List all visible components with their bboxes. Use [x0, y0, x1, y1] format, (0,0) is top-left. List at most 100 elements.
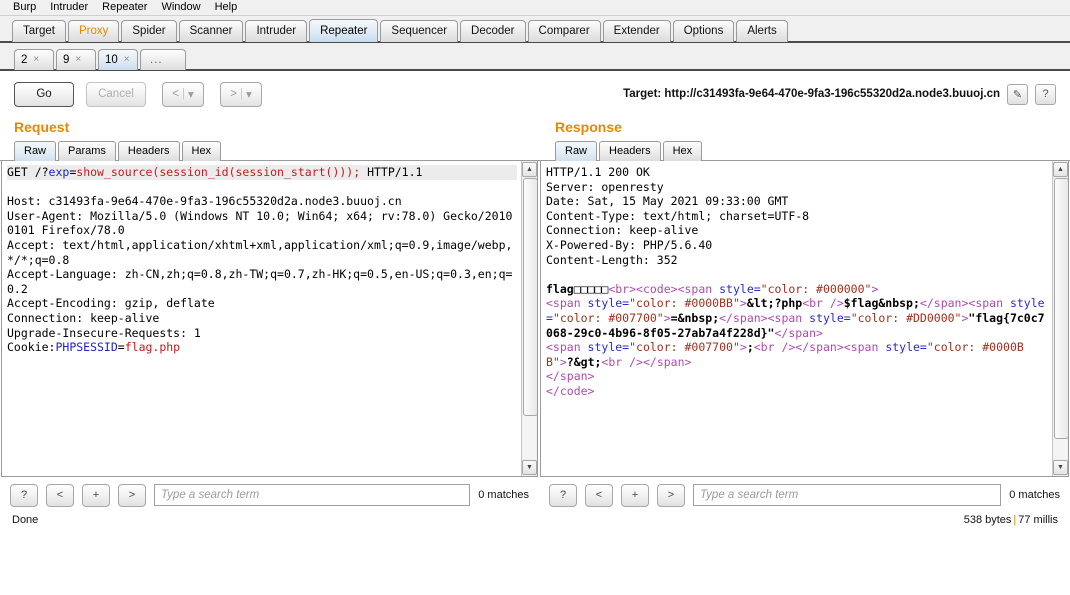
repeater-tab-9[interactable]: 9 ×	[56, 49, 96, 70]
body-tag-br: <br>	[608, 281, 637, 296]
response-editor[interactable]: HTTP/1.1 200 OK Server: openresty Date: …	[541, 161, 1052, 476]
scroll-down-icon[interactable]: ▼	[1053, 460, 1068, 475]
cookie-name: PHPSESSID	[55, 340, 118, 355]
tab-extender[interactable]: Extender	[602, 20, 671, 42]
repeater-tab-label: 9	[63, 54, 70, 66]
help-icon[interactable]: ?	[1035, 83, 1056, 105]
request-tab-hex[interactable]: Hex	[181, 141, 222, 161]
body-tag-close: >	[739, 296, 747, 311]
tab-spider[interactable]: Spider	[121, 20, 177, 42]
target-label: Target: http://c31493fa-9e64-470e-9fa3-1…	[623, 88, 1000, 100]
response-header-server: Server: openresty	[546, 179, 664, 194]
scroll-up-icon[interactable]: ▲	[522, 162, 537, 177]
search-prev-button[interactable]: <	[585, 483, 613, 507]
body-tag-span-open: <span	[767, 310, 810, 325]
body-attr-style: style=	[587, 340, 630, 355]
divider: |	[239, 88, 243, 100]
tab-comparer[interactable]: Comparer	[527, 20, 601, 42]
repeater-tab-more[interactable]: ...	[140, 49, 186, 70]
body-tag-span-open: <span	[677, 281, 720, 296]
request-tab-raw[interactable]: Raw	[14, 141, 57, 161]
forward-button[interactable]: > | ▾	[220, 81, 262, 107]
tab-sequencer[interactable]: Sequencer	[380, 20, 459, 42]
response-header-x-powered-by: X-Powered-By: PHP/5.6.40	[546, 237, 713, 252]
body-tag-br: <br />	[753, 340, 796, 355]
search-add-button[interactable]: +	[621, 483, 649, 507]
scroll-up-icon[interactable]: ▲	[1053, 162, 1068, 177]
body-tag-close: >	[663, 310, 671, 325]
search-prev-button[interactable]: <	[46, 483, 74, 507]
search-next-button[interactable]: >	[118, 483, 146, 507]
forward-arrow-icon: >	[230, 88, 237, 100]
menu-item-window[interactable]: Window	[154, 0, 207, 15]
target-area: Target: http://c31493fa-9e64-470e-9fa3-1…	[623, 83, 1056, 105]
body-attr-style: style=	[885, 340, 927, 355]
request-editor-wrap: GET /?exp = show_source(session_id(session…	[1, 161, 538, 477]
tab-options[interactable]: Options	[672, 20, 735, 42]
back-button[interactable]: < | ▾	[162, 81, 204, 107]
close-icon[interactable]: ×	[33, 50, 39, 70]
body-attr-value: "color: #007700"	[552, 310, 664, 325]
response-header-date: Date: Sat, 15 May 2021 09:33:00 GMT	[546, 194, 789, 209]
header-upgrade-insecure-requests: Upgrade-Insecure-Requests: 1	[7, 325, 201, 340]
repeater-tab-label: 10	[105, 54, 118, 66]
scroll-thumb[interactable]	[1054, 178, 1068, 439]
scroll-down-icon[interactable]: ▼	[522, 460, 537, 475]
body-text-semicolon: ;	[746, 340, 754, 355]
close-icon[interactable]: ×	[124, 50, 130, 70]
menu-item-burp[interactable]: Burp	[6, 0, 43, 15]
menu-item-help[interactable]: Help	[208, 0, 245, 15]
search-help-button[interactable]: ?	[549, 483, 577, 507]
response-tab-hex[interactable]: Hex	[662, 141, 703, 161]
response-scrollbar[interactable]: ▲ ▼	[1052, 161, 1068, 476]
response-search-input[interactable]: Type a search term	[693, 484, 1002, 506]
request-scrollbar[interactable]: ▲ ▼	[521, 161, 537, 476]
request-title: Request	[14, 119, 70, 135]
cookie-value: flag.php	[124, 340, 181, 355]
search-next-button[interactable]: >	[657, 483, 685, 507]
scroll-track[interactable]	[1054, 178, 1068, 459]
response-tab-raw[interactable]: Raw	[555, 141, 598, 161]
header-accept-encoding: Accept-Encoding: gzip, deflate	[7, 296, 215, 311]
menu-item-intruder[interactable]: Intruder	[43, 0, 95, 15]
cancel-button[interactable]: Cancel	[86, 81, 146, 107]
search-help-button[interactable]: ?	[10, 483, 38, 507]
body-tag-span-close: </span>	[919, 296, 969, 311]
response-header-content-length: Content-Length: 352	[546, 252, 678, 267]
close-icon[interactable]: ×	[75, 50, 81, 70]
request-search-input[interactable]: Type a search term	[154, 484, 471, 506]
response-size: 538 bytes	[963, 514, 1012, 526]
request-search-bar: ? < + > Type a search term 0 matches	[0, 477, 539, 510]
tab-decoder[interactable]: Decoder	[460, 20, 526, 42]
tab-repeater[interactable]: Repeater	[309, 19, 379, 42]
repeater-tab-2[interactable]: 2 ×	[14, 49, 54, 70]
tab-proxy[interactable]: Proxy	[67, 20, 120, 42]
header-connection: Connection: keep-alive	[7, 310, 160, 325]
body-tag-span-close: </span>	[719, 310, 768, 325]
tab-scanner[interactable]: Scanner	[178, 20, 244, 42]
status-text: Done	[12, 514, 39, 526]
body-text-php-open: &lt;?php	[746, 296, 803, 311]
request-tab-headers[interactable]: Headers	[117, 141, 180, 161]
response-body: flag□□□□□<br><code><span style="color: #…	[546, 282, 1045, 398]
request-match-count: 0 matches	[478, 489, 529, 501]
repeater-tab-10[interactable]: 10 ×	[98, 49, 138, 70]
pencil-icon[interactable]: ✎	[1007, 83, 1028, 105]
request-tab-params[interactable]: Params	[58, 141, 116, 161]
scroll-thumb[interactable]	[523, 178, 537, 417]
scroll-track[interactable]	[523, 178, 537, 459]
request-editor[interactable]: GET /?exp = show_source(session_id(session…	[2, 161, 521, 476]
header-user-agent: User-Agent: Mozilla/5.0 (Windows NT 10.0…	[7, 208, 513, 238]
tab-alerts[interactable]: Alerts	[736, 20, 788, 42]
go-button[interactable]: Go	[14, 81, 74, 107]
chevron-down-icon[interactable]: ▾	[188, 87, 194, 101]
header-cookie: Cookie:PHPSESSID=flag.php	[7, 340, 180, 354]
back-arrow-icon: <	[172, 88, 179, 100]
chevron-down-icon[interactable]: ▾	[246, 87, 252, 101]
body-tag-close: >	[871, 281, 879, 296]
tab-intruder[interactable]: Intruder	[245, 20, 308, 42]
tab-target[interactable]: Target	[12, 20, 66, 42]
search-add-button[interactable]: +	[82, 483, 110, 507]
menu-item-repeater[interactable]: Repeater	[95, 0, 154, 15]
response-tab-headers[interactable]: Headers	[599, 141, 661, 161]
